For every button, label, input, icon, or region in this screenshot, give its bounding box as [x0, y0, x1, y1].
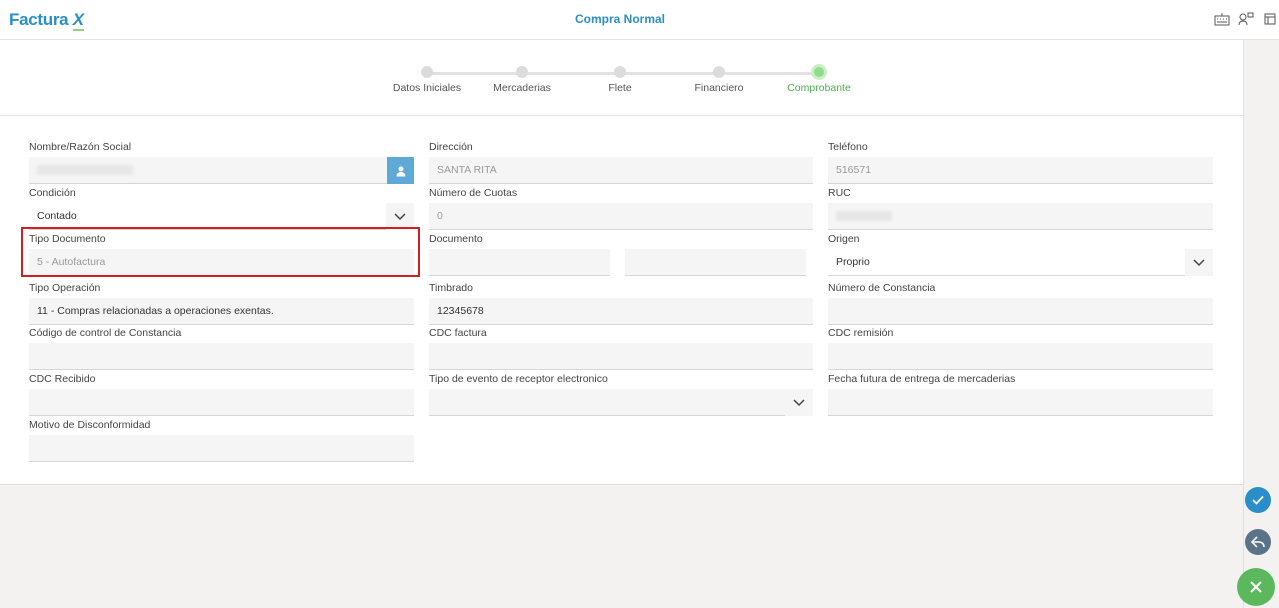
- field-tipo-evento: Tipo de evento de receptor electronico: [429, 373, 813, 416]
- field-cdc-remision: CDC remisión: [828, 327, 1213, 370]
- step-comprobante[interactable]: Comprobante: [764, 64, 874, 94]
- wizard-stepper: Datos Iniciales Mercaderias Flete Financ…: [0, 40, 1243, 116]
- field-documento: Documento: [429, 233, 610, 276]
- cdc-remision-input[interactable]: [828, 343, 1213, 370]
- nro-constancia-input[interactable]: [828, 298, 1213, 325]
- field-cod-constancia: Código de control de Constancia: [29, 327, 414, 370]
- documento-input-a[interactable]: [429, 249, 610, 276]
- field-tipo-operacion: Tipo Operación 11 - Compras relacionadas…: [29, 282, 414, 325]
- motivo-input[interactable]: [29, 435, 414, 462]
- documento-input-b[interactable]: [625, 249, 806, 276]
- field-cdc-factura: CDC factura: [429, 327, 813, 370]
- cdc-factura-input[interactable]: [429, 343, 813, 370]
- field-condicion: Condición Contado: [29, 187, 414, 230]
- cuotas-input[interactable]: 0: [429, 203, 813, 230]
- field-nombre: Nombre/Razón Social: [29, 141, 414, 184]
- top-bar: Factura X Compra Normal: [0, 0, 1279, 40]
- window-icon[interactable]: [1261, 10, 1279, 28]
- step-financiero[interactable]: Financiero: [664, 66, 774, 94]
- field-cdc-recibido: CDC Recibido: [29, 373, 414, 416]
- field-fecha-futura: Fecha futura de entrega de mercaderias: [828, 373, 1213, 416]
- origen-select[interactable]: Proprio: [828, 249, 1213, 276]
- field-documento-b: [625, 233, 806, 276]
- field-cuotas: Número de Cuotas 0: [429, 187, 813, 230]
- cdc-recibido-input[interactable]: [29, 389, 414, 416]
- field-telefono: Teléfono 516571: [828, 141, 1213, 184]
- field-nro-constancia: Número de Constancia: [828, 282, 1213, 325]
- close-button[interactable]: [1237, 568, 1275, 606]
- close-icon: [1250, 581, 1262, 593]
- field-ruc: RUC: [828, 187, 1213, 230]
- field-direccion: Dirección SANTA RITA: [429, 141, 813, 184]
- highlight-box: [21, 227, 420, 277]
- telefono-input[interactable]: 516571: [828, 157, 1213, 184]
- top-icons: [1213, 10, 1279, 28]
- user-search-button[interactable]: [387, 157, 414, 184]
- field-timbrado: Timbrado 12345678: [429, 282, 813, 325]
- step-flete[interactable]: Flete: [565, 66, 675, 94]
- confirm-button[interactable]: [1245, 487, 1271, 513]
- field-motivo: Motivo de Disconformidad: [29, 419, 414, 462]
- condicion-select[interactable]: Contado: [29, 203, 414, 230]
- cod-constancia-input[interactable]: [29, 343, 414, 370]
- reply-icon: [1251, 536, 1265, 548]
- users-icon[interactable]: [1237, 10, 1255, 28]
- chevron-down-icon[interactable]: [1185, 249, 1213, 276]
- chevron-down-icon[interactable]: [386, 203, 414, 230]
- back-button[interactable]: [1245, 529, 1271, 555]
- step-datos-iniciales[interactable]: Datos Iniciales: [372, 66, 482, 94]
- check-icon: [1252, 495, 1264, 505]
- field-origen: Origen Proprio: [828, 233, 1213, 276]
- ruc-input[interactable]: [828, 203, 1213, 230]
- chevron-down-icon[interactable]: [785, 389, 813, 416]
- step-mercaderias[interactable]: Mercaderias: [467, 66, 577, 94]
- tipo-evento-select[interactable]: [429, 389, 813, 416]
- timbrado-input[interactable]: 12345678: [429, 298, 813, 325]
- user-icon: [396, 166, 405, 176]
- direccion-input[interactable]: SANTA RITA: [429, 157, 813, 184]
- right-action-strip: [1243, 40, 1279, 608]
- page-title: Compra Normal: [574, 12, 666, 26]
- tipo-operacion-input[interactable]: 11 - Compras relacionadas a operaciones …: [29, 298, 414, 325]
- nombre-input[interactable]: [29, 157, 414, 184]
- keyboard-icon[interactable]: [1213, 10, 1231, 28]
- fecha-futura-input[interactable]: [828, 389, 1213, 416]
